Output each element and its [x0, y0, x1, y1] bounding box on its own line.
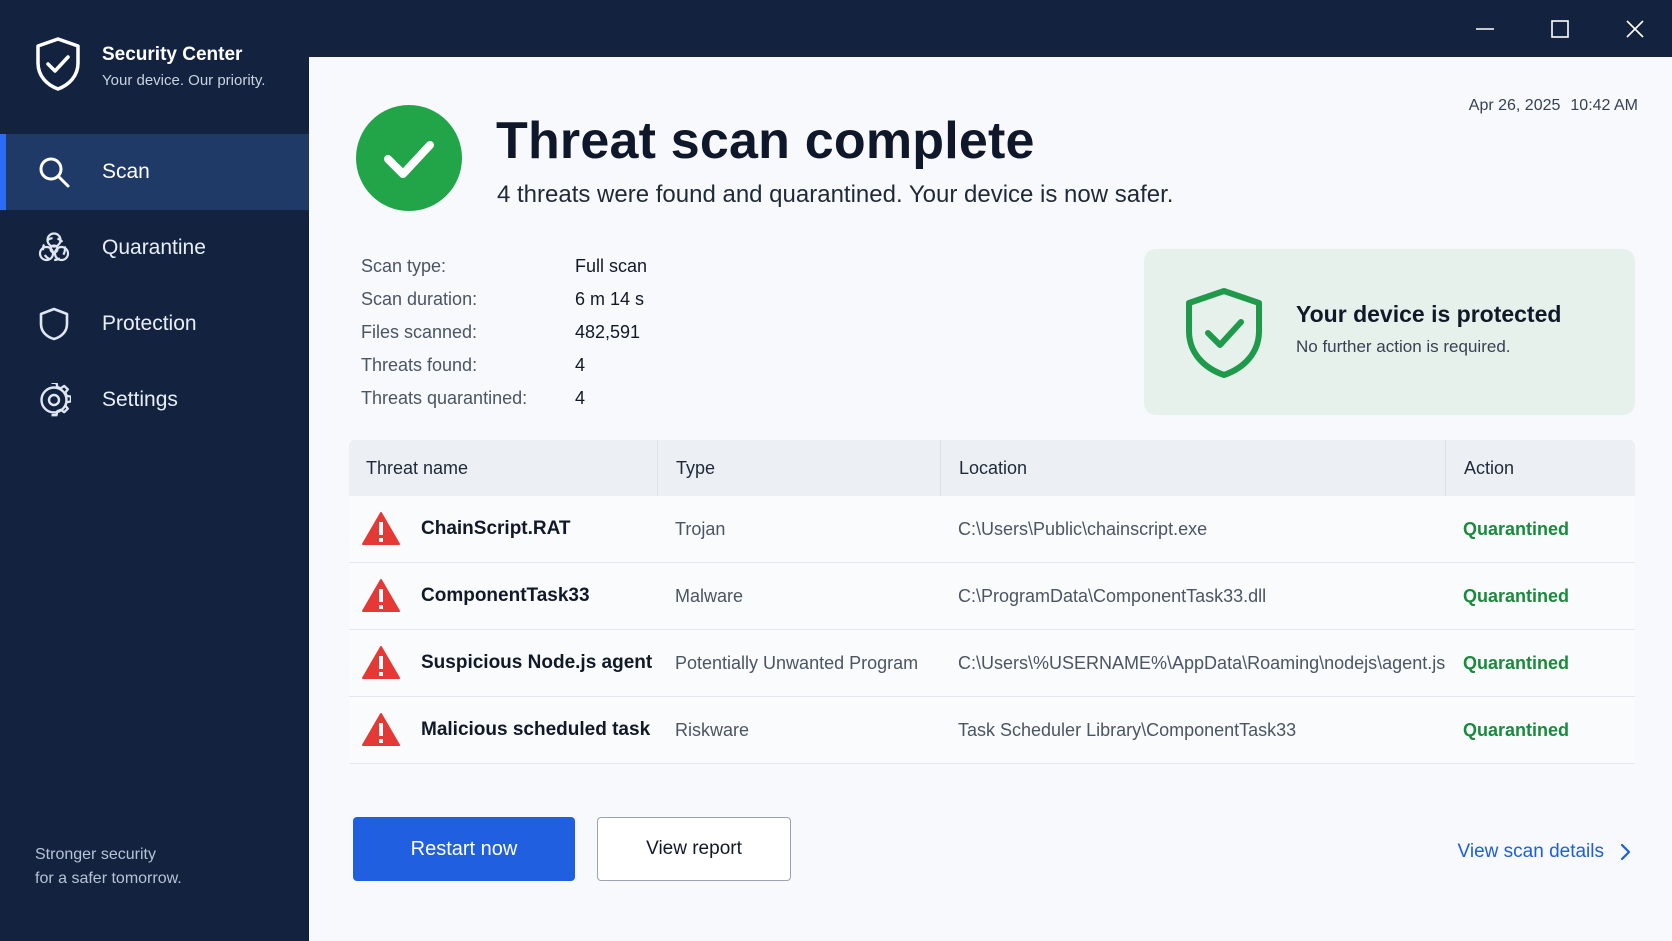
threat-type: Malware	[675, 585, 744, 606]
page-title: Threat scan complete	[496, 112, 1035, 170]
detail-row-files-scanned: Files scanned: 482,591	[361, 316, 647, 349]
scan-timestamp: Apr 26, 2025 10:42 AM	[1469, 97, 1638, 115]
threat-action-status: Quarantined	[1463, 585, 1570, 606]
sidebar-item-protection[interactable]: Protection	[0, 286, 309, 362]
detail-value: 482,591	[575, 322, 641, 342]
shield-check-logo-icon	[34, 36, 82, 97]
threat-location: C:\Users\Public\chainscript.exe	[958, 518, 1208, 539]
sidebar-item-quarantine[interactable]: Quarantine	[0, 210, 309, 286]
detail-value: 4	[575, 355, 586, 375]
threats-table: Threat name Type Location Action ChainSc…	[349, 440, 1635, 764]
threat-name: Suspicious Node.js agent	[421, 652, 653, 673]
warning-icon	[361, 645, 401, 681]
search-icon	[36, 154, 72, 190]
column-header-threat-name[interactable]: Threat name	[349, 440, 657, 496]
scan-details: Scan type: Full scan Scan duration: 6 m …	[361, 250, 647, 415]
view-report-button[interactable]: View report	[597, 817, 791, 881]
detail-label: Threats found:	[361, 355, 478, 375]
detail-label: Files scanned:	[361, 322, 478, 342]
scan-date: Apr 26, 2025	[1468, 97, 1561, 114]
detail-label: Scan duration:	[361, 289, 478, 309]
table-row[interactable]: Suspicious Node.js agent Potentially Unw…	[349, 630, 1635, 697]
protection-status-subtitle: No further action is required.	[1296, 337, 1511, 356]
threat-name: Malicious scheduled task	[421, 719, 651, 740]
threat-location: C:\Users\%USERNAME%\AppData\Roaming\node…	[958, 652, 1446, 673]
close-button[interactable]	[1598, 0, 1672, 57]
sidebar-item-label: Scan	[102, 160, 150, 183]
view-scan-details-label: View scan details	[1457, 841, 1604, 862]
window-titlebar	[309, 0, 1672, 57]
threat-action-status: Quarantined	[1463, 652, 1570, 673]
threat-name: ComponentTask33	[421, 585, 590, 606]
security-center-window: Security Center Your device. Our priorit…	[0, 0, 1672, 941]
footer-line: Stronger security	[35, 846, 156, 863]
warning-icon	[361, 712, 401, 748]
maximize-button[interactable]	[1523, 0, 1597, 57]
table-header: Threat name Type Location Action	[349, 440, 1635, 496]
column-header-type[interactable]: Type	[657, 440, 940, 496]
column-header-action[interactable]: Action	[1445, 440, 1635, 496]
sidebar-item-scan[interactable]: Scan	[0, 134, 309, 210]
threat-type: Trojan	[675, 518, 726, 539]
warning-icon	[361, 511, 401, 547]
table-row[interactable]: ChainScript.RAT Trojan C:\Users\Public\c…	[349, 496, 1635, 563]
minimize-icon	[1476, 27, 1494, 30]
success-check-icon	[356, 105, 462, 211]
detail-row-threats-quarantined: Threats quarantined: 4	[361, 382, 647, 415]
table-row[interactable]: Malicious scheduled task Riskware Task S…	[349, 697, 1635, 764]
sidebar-item-label: Protection	[102, 312, 197, 335]
sidebar: Security Center Your device. Our priorit…	[0, 0, 309, 941]
shield-check-icon	[1186, 288, 1262, 378]
detail-value: 4	[575, 388, 586, 408]
detail-row-scan-type: Scan type: Full scan	[361, 250, 647, 283]
warning-icon	[361, 578, 401, 614]
sidebar-nav: Scan Quarantine Protection Settings	[0, 134, 309, 438]
app-title: Security Center	[102, 44, 243, 65]
restart-now-button[interactable]: Restart now	[353, 817, 575, 881]
protection-status-card: Your device is protected No further acti…	[1144, 249, 1635, 415]
scan-time: 10:42 AM	[1570, 97, 1638, 114]
sidebar-footer: Stronger security for a safer tomorrow.	[35, 843, 182, 891]
column-header-location[interactable]: Location	[940, 440, 1445, 496]
footer-line: for a safer tomorrow.	[35, 870, 182, 887]
view-scan-details-link[interactable]: View scan details	[1458, 841, 1632, 863]
detail-label: Threats quarantined:	[361, 388, 528, 408]
brand: Security Center Your device. Our priorit…	[34, 36, 265, 97]
detail-label: Scan type:	[361, 256, 447, 276]
chevron-right-icon	[1620, 843, 1631, 861]
sidebar-item-label: Settings	[102, 388, 178, 411]
sidebar-item-settings[interactable]: Settings	[0, 362, 309, 438]
shield-icon	[36, 306, 72, 342]
main-content: Apr 26, 2025 10:42 AM Threat scan complet…	[309, 57, 1672, 941]
threat-action-status: Quarantined	[1463, 719, 1570, 740]
threat-type: Riskware	[675, 719, 750, 740]
table-row[interactable]: ComponentTask33 Malware C:\ProgramData\C…	[349, 563, 1635, 630]
maximize-icon	[1551, 19, 1569, 38]
detail-row-scan-duration: Scan duration: 6 m 14 s	[361, 283, 647, 316]
threat-action-status: Quarantined	[1463, 518, 1570, 539]
biohazard-icon	[36, 230, 72, 266]
page-subtitle: 4 threats were found and quarantined. Yo…	[497, 181, 1174, 208]
detail-row-threats-found: Threats found: 4	[361, 349, 647, 382]
threat-location: Task Scheduler Library\ComponentTask33	[958, 719, 1297, 740]
gear-icon	[36, 382, 72, 418]
threat-name: ChainScript.RAT	[421, 518, 571, 539]
close-icon	[1626, 19, 1644, 38]
detail-value: Full scan	[575, 256, 648, 276]
minimize-button[interactable]	[1448, 0, 1522, 57]
threat-location: C:\ProgramData\ComponentTask33.dll	[958, 585, 1267, 606]
app-tagline: Your device. Our priority.	[102, 72, 266, 89]
detail-value: 6 m 14 s	[575, 289, 645, 309]
protection-status-title: Your device is protected	[1296, 301, 1562, 327]
threat-type: Potentially Unwanted Program	[675, 652, 919, 673]
sidebar-item-label: Quarantine	[102, 236, 206, 259]
